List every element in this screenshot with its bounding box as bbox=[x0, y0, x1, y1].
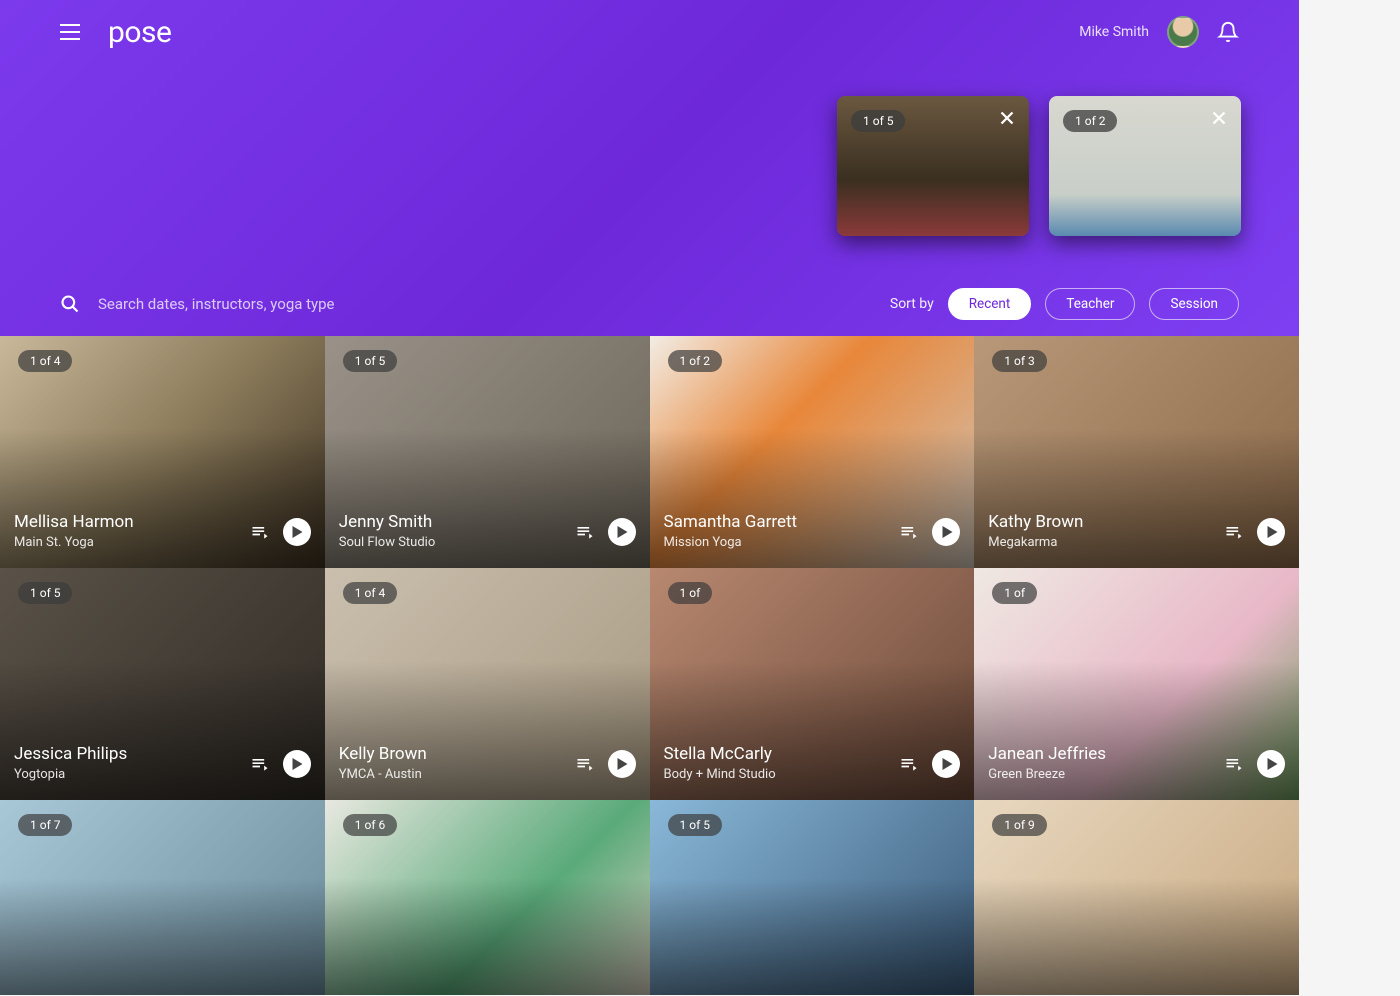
topbar-left: pose bbox=[60, 15, 171, 50]
card-title: Stella McCarly bbox=[664, 744, 776, 764]
card-title: Samantha Garrett bbox=[664, 512, 798, 532]
search-input[interactable] bbox=[98, 295, 498, 313]
video-card[interactable]: 1 of 9 bbox=[974, 800, 1299, 995]
notifications-icon[interactable] bbox=[1217, 20, 1239, 44]
video-card[interactable]: 1 of 5 Jessica Philips Yogtopia bbox=[0, 568, 325, 800]
search-icon[interactable] bbox=[60, 294, 80, 314]
search-row: Sort by Recent Teacher Session bbox=[60, 288, 1239, 320]
card-subtitle: Mission Yoga bbox=[664, 535, 798, 550]
play-button[interactable] bbox=[1257, 518, 1285, 546]
video-card[interactable]: 1 of 4 Kelly Brown YMCA - Austin bbox=[325, 568, 650, 800]
card-badge: 1 of 4 bbox=[343, 582, 397, 604]
card-badge: 1 of 9 bbox=[992, 814, 1046, 836]
mini-card[interactable]: 1 of 5 bbox=[837, 96, 1029, 236]
video-card[interactable]: 1 of 2 Samantha Garrett Mission Yoga bbox=[650, 336, 975, 568]
header: pose Mike Smith 1 of 5 1 of 2 bbox=[0, 0, 1299, 336]
card-title: Jenny Smith bbox=[339, 512, 435, 532]
card-badge: 1 of 5 bbox=[18, 582, 72, 604]
menu-icon[interactable] bbox=[60, 20, 84, 44]
card-subtitle: Megakarma bbox=[988, 535, 1083, 550]
card-info: Jenny Smith Soul Flow Studio bbox=[339, 512, 435, 550]
card-badge: 1 of 2 bbox=[668, 350, 722, 372]
video-card[interactable]: 1 of 7 bbox=[0, 800, 325, 995]
card-info: Stella McCarly Body + Mind Studio bbox=[664, 744, 776, 782]
card-subtitle: Soul Flow Studio bbox=[339, 535, 435, 550]
playlist-add-icon[interactable] bbox=[898, 754, 920, 774]
card-actions bbox=[574, 750, 636, 778]
card-info: Kelly Brown YMCA - Austin bbox=[339, 744, 427, 782]
card-badge: 1 of bbox=[668, 582, 713, 604]
video-card[interactable]: 1 of 5 Jenny Smith Soul Flow Studio bbox=[325, 336, 650, 568]
video-card[interactable]: 1 of 5 bbox=[650, 800, 975, 995]
sort-pill-session[interactable]: Session bbox=[1149, 288, 1239, 320]
play-button[interactable] bbox=[608, 518, 636, 546]
search-left bbox=[60, 294, 498, 314]
card-info: Janean Jeffries Green Breeze bbox=[988, 744, 1106, 782]
card-actions bbox=[1223, 750, 1285, 778]
card-badge: 1 of 6 bbox=[343, 814, 397, 836]
card-actions bbox=[574, 518, 636, 546]
sort-pill-recent[interactable]: Recent bbox=[948, 288, 1032, 320]
card-actions bbox=[1223, 518, 1285, 546]
playlist-add-icon[interactable] bbox=[574, 754, 596, 774]
topbar: pose Mike Smith bbox=[0, 0, 1299, 64]
play-button[interactable] bbox=[1257, 750, 1285, 778]
mini-card[interactable]: 1 of 2 bbox=[1049, 96, 1241, 236]
video-card[interactable]: 1 of Janean Jeffries Green Breeze bbox=[974, 568, 1299, 800]
card-actions bbox=[898, 750, 960, 778]
card-title: Kathy Brown bbox=[988, 512, 1083, 532]
card-badge: 1 of 5 bbox=[343, 350, 397, 372]
card-info: Samantha Garrett Mission Yoga bbox=[664, 512, 798, 550]
card-title: Janean Jeffries bbox=[988, 744, 1106, 764]
sort-label: Sort by bbox=[890, 296, 934, 312]
play-button[interactable] bbox=[283, 750, 311, 778]
sort-controls: Sort by Recent Teacher Session bbox=[890, 288, 1239, 320]
card-subtitle: Body + Mind Studio bbox=[664, 767, 776, 782]
video-card[interactable]: 1 of 6 bbox=[325, 800, 650, 995]
playlist-add-icon[interactable] bbox=[249, 522, 271, 542]
logo[interactable]: pose bbox=[108, 15, 171, 50]
card-badge: 1 of bbox=[992, 582, 1037, 604]
video-card[interactable]: 1 of 3 Kathy Brown Megakarma bbox=[974, 336, 1299, 568]
card-title: Jessica Philips bbox=[14, 744, 127, 764]
mini-card-badge: 1 of 5 bbox=[851, 110, 905, 132]
play-button[interactable] bbox=[932, 750, 960, 778]
card-info: Jessica Philips Yogtopia bbox=[14, 744, 127, 782]
topbar-right: Mike Smith bbox=[1079, 16, 1239, 48]
close-icon[interactable] bbox=[996, 107, 1018, 129]
mini-card-badge: 1 of 2 bbox=[1063, 110, 1117, 132]
playlist-add-icon[interactable] bbox=[249, 754, 271, 774]
card-info: Mellisa Harmon Main St. Yoga bbox=[14, 512, 134, 550]
card-actions bbox=[249, 518, 311, 546]
card-subtitle: Main St. Yoga bbox=[14, 535, 134, 550]
mini-cards: 1 of 5 1 of 2 bbox=[837, 96, 1241, 236]
content-grid: 1 of 4 Mellisa Harmon Main St. Yoga 1 of… bbox=[0, 336, 1299, 995]
video-card[interactable]: 1 of Stella McCarly Body + Mind Studio bbox=[650, 568, 975, 800]
playlist-add-icon[interactable] bbox=[898, 522, 920, 542]
playlist-add-icon[interactable] bbox=[1223, 522, 1245, 542]
play-button[interactable] bbox=[608, 750, 636, 778]
card-badge: 1 of 4 bbox=[18, 350, 72, 372]
video-card[interactable]: 1 of 4 Mellisa Harmon Main St. Yoga bbox=[0, 336, 325, 568]
play-button[interactable] bbox=[932, 518, 960, 546]
card-actions bbox=[249, 750, 311, 778]
card-badge: 1 of 5 bbox=[668, 814, 722, 836]
card-badge: 1 of 3 bbox=[992, 350, 1046, 372]
card-title: Mellisa Harmon bbox=[14, 512, 134, 532]
card-subtitle: YMCA - Austin bbox=[339, 767, 427, 782]
sort-pill-teacher[interactable]: Teacher bbox=[1045, 288, 1135, 320]
card-badge: 1 of 7 bbox=[18, 814, 72, 836]
avatar[interactable] bbox=[1167, 16, 1199, 48]
playlist-add-icon[interactable] bbox=[574, 522, 596, 542]
close-icon[interactable] bbox=[1208, 107, 1230, 129]
user-name[interactable]: Mike Smith bbox=[1079, 24, 1149, 40]
card-subtitle: Yogtopia bbox=[14, 767, 127, 782]
card-actions bbox=[898, 518, 960, 546]
card-info: Kathy Brown Megakarma bbox=[988, 512, 1083, 550]
card-title: Kelly Brown bbox=[339, 744, 427, 764]
card-subtitle: Green Breeze bbox=[988, 767, 1106, 782]
play-button[interactable] bbox=[283, 518, 311, 546]
playlist-add-icon[interactable] bbox=[1223, 754, 1245, 774]
